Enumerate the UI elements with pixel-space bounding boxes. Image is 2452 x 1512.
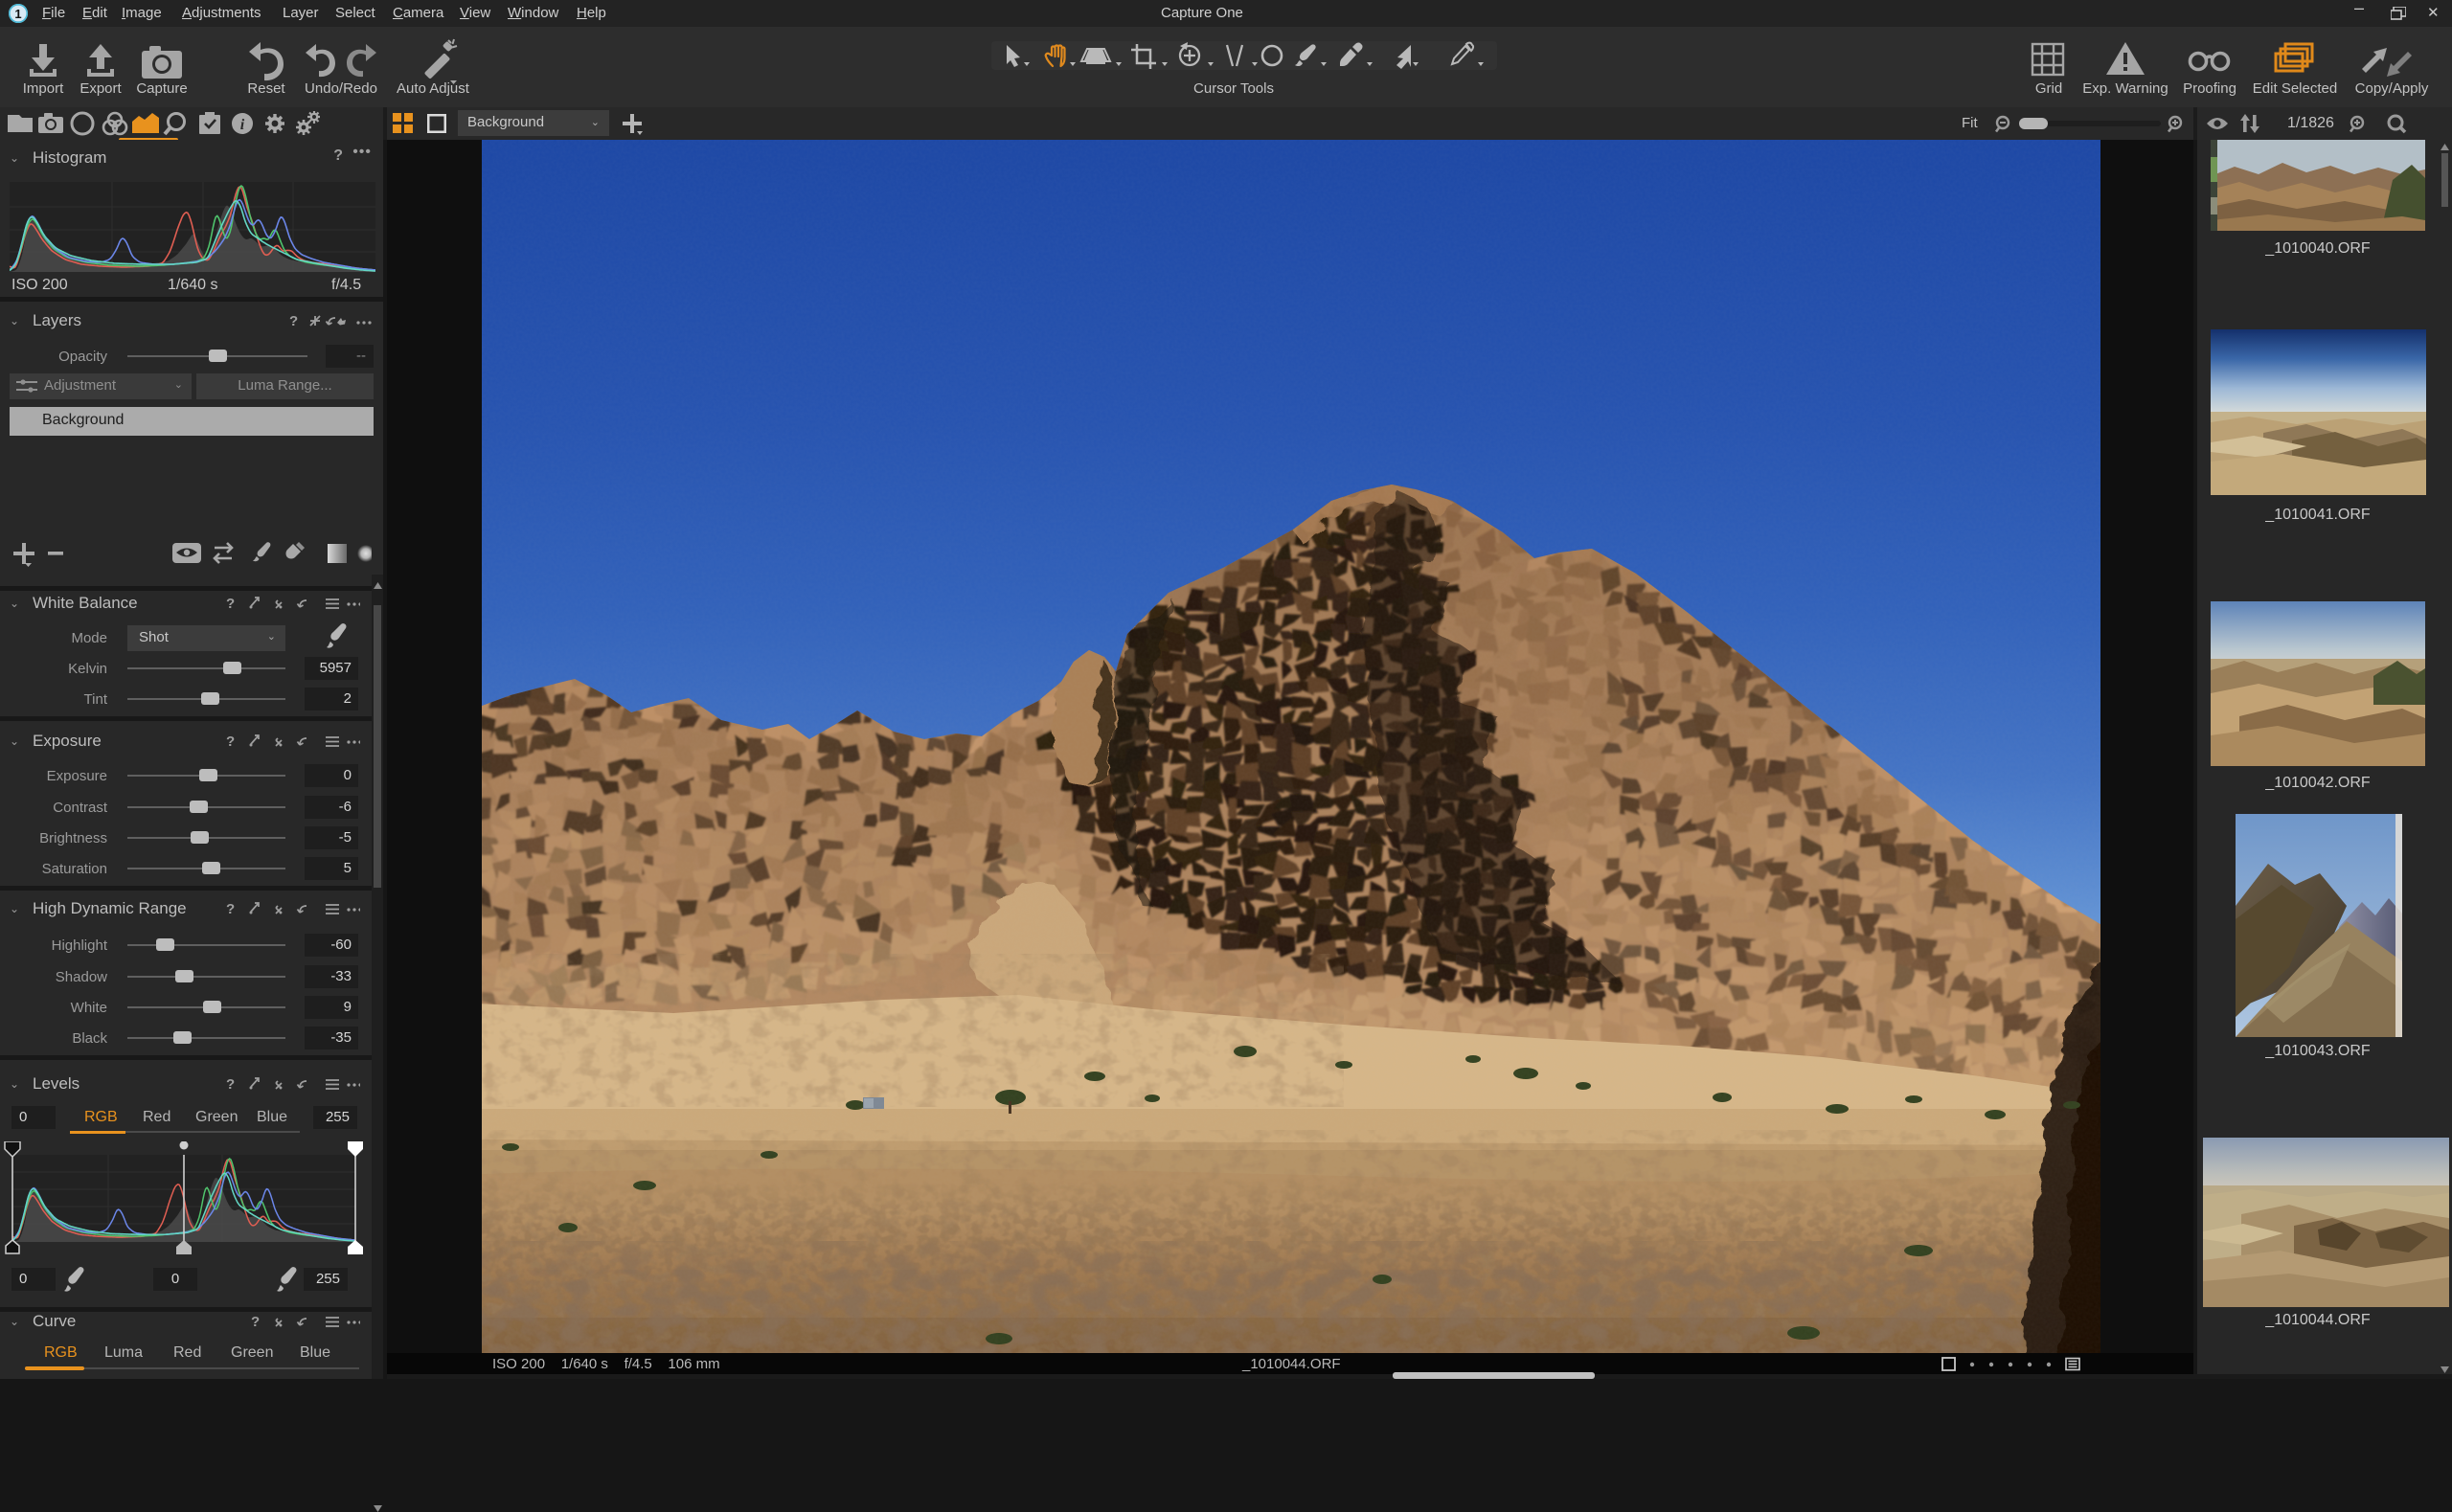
svg-text:1: 1	[14, 7, 21, 21]
svg-text:?: ?	[226, 1076, 235, 1093]
svg-text:?: ?	[226, 901, 235, 917]
svg-text:?: ?	[226, 596, 235, 612]
svg-text:?: ?	[226, 733, 235, 750]
svg-text:i: i	[240, 117, 245, 133]
svg-text:?: ?	[289, 313, 298, 329]
svg-text:?: ?	[251, 1314, 260, 1330]
